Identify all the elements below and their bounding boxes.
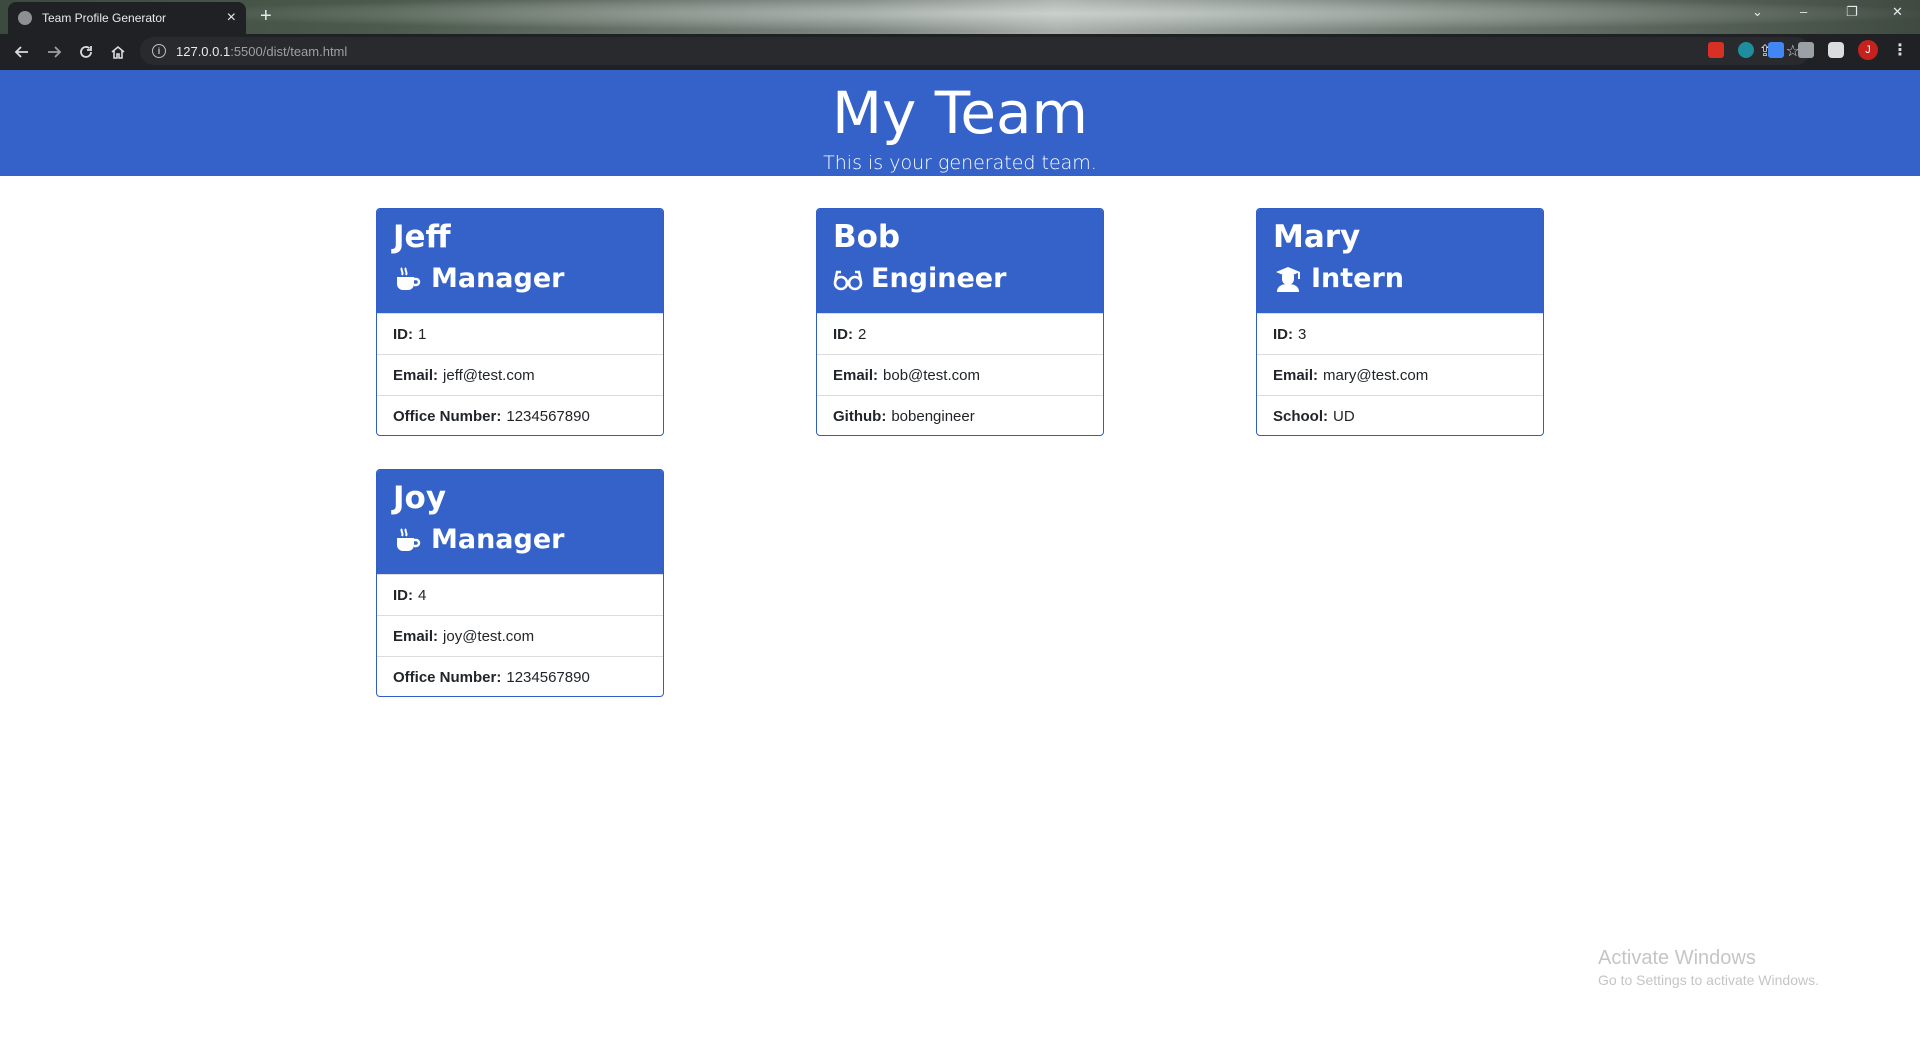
extension-red-icon[interactable] [1708, 42, 1724, 58]
url-path: :5500/dist/team.html [230, 43, 348, 59]
forward-icon[interactable] [38, 36, 70, 68]
minimize-icon[interactable]: – [1800, 4, 1807, 19]
camera-icon[interactable] [1798, 42, 1814, 58]
employee-role: Manager [393, 257, 647, 301]
browser-toolbar: i 127.0.0.1:5500/dist/team.html ⇪ ☆ J ⋮ [0, 34, 1920, 70]
coffee-icon [393, 525, 423, 555]
github-value[interactable]: bobengineer [891, 408, 974, 425]
office-value: 1234567890 [506, 668, 590, 686]
role-label: Manager [431, 524, 565, 555]
list-item-email: Email: mary@test.com [1257, 354, 1543, 395]
employee-card: Jeff Manager ID: 1 Email: jeff@test.com Of… [376, 208, 664, 436]
new-tab-icon[interactable]: + [260, 6, 272, 26]
list-item-email: Email: bob@test.com [817, 354, 1103, 395]
school-label: School: [1273, 407, 1328, 425]
home-icon[interactable] [102, 36, 134, 68]
list-item-office: Office Number: 1234567890 [377, 395, 663, 435]
menu-icon[interactable]: ⋮ [1892, 40, 1908, 60]
id-label: ID: [833, 325, 853, 343]
window-close-icon[interactable]: ✕ [1892, 4, 1903, 20]
puzzle-icon[interactable] [1828, 42, 1844, 58]
watermark-subtitle: Go to Settings to activate Windows. [1598, 972, 1819, 988]
id-label: ID: [393, 325, 413, 343]
email-value[interactable]: bob@test.com [883, 367, 980, 384]
card-header: Joy Manager [377, 470, 663, 574]
tabstrip-background [0, 0, 1920, 34]
list-item-id: ID: 3 [1257, 313, 1543, 354]
list-item-github: Github: bobengineer [817, 395, 1103, 435]
office-label: Office Number: [393, 668, 502, 686]
employee-name: Mary [1273, 219, 1361, 255]
url-text: 127.0.0.1:5500/dist/team.html [176, 44, 347, 59]
id-label: ID: [1273, 325, 1293, 343]
restore-icon[interactable]: ❐ [1846, 4, 1858, 20]
id-value: 2 [858, 325, 867, 343]
github-label: Github: [833, 407, 887, 425]
list-item-id: ID: 1 [377, 313, 663, 354]
email-label: Email: [1273, 366, 1319, 384]
email-value[interactable]: jeff@test.com [443, 367, 535, 384]
employee-card: Mary Intern ID: 3 Email: mary@test.com Sch… [1256, 208, 1544, 436]
id-value: 1 [418, 325, 427, 343]
employee-role: Intern [1273, 257, 1527, 301]
list-item-office: Office Number: 1234567890 [377, 656, 663, 696]
employee-name: Jeff [393, 219, 451, 255]
browser-tab-strip: Team Profile Generator × + ⌄ – ❐ ✕ [0, 0, 1920, 34]
glasses-icon [833, 264, 863, 294]
site-info-icon[interactable]: i [152, 44, 166, 58]
employee-role: Manager [393, 518, 647, 562]
page-title: My Team [831, 79, 1089, 147]
id-value: 3 [1298, 325, 1307, 343]
email-value[interactable]: mary@test.com [1323, 367, 1428, 384]
card-header: Mary Intern [1257, 209, 1543, 313]
page-header: My Team This is your generated team. [0, 70, 1920, 176]
coffee-icon [393, 264, 423, 294]
email-value[interactable]: joy@test.com [443, 628, 534, 645]
card-header: Jeff Manager [377, 209, 663, 313]
watermark-title: Activate Windows [1598, 947, 1756, 969]
url-host: 127.0.0.1 [176, 43, 231, 59]
graduate-icon [1273, 264, 1303, 294]
close-icon[interactable]: × [227, 10, 236, 26]
list-item-email: Email: joy@test.com [377, 615, 663, 656]
id-value: 4 [418, 586, 427, 604]
extension-teal-icon[interactable] [1738, 42, 1754, 58]
employee-card: Joy Manager ID: 4 Email: joy@test.com Offi… [376, 469, 664, 697]
activate-windows-watermark: Activate Windows Go to Settings to activ… [1598, 945, 1819, 989]
extensions-area: J ⋮ [1708, 40, 1908, 60]
list-item-school: School: UD [1257, 395, 1543, 435]
address-bar[interactable]: i 127.0.0.1:5500/dist/team.html ⇪ ☆ [140, 37, 1810, 65]
list-item-email: Email: jeff@test.com [377, 354, 663, 395]
email-label: Email: [393, 366, 439, 384]
office-value: 1234567890 [506, 407, 590, 425]
card-header: Bob Engineer [817, 209, 1103, 313]
browser-tab[interactable]: Team Profile Generator × [8, 2, 246, 34]
office-label: Office Number: [393, 407, 502, 425]
employee-role: Engineer [833, 257, 1087, 301]
role-label: Intern [1311, 263, 1405, 294]
role-label: Engineer [871, 263, 1007, 294]
page-subtitle: This is your generated team. [823, 152, 1097, 174]
employee-name: Joy [393, 480, 447, 516]
profile-avatar[interactable]: J [1858, 40, 1878, 60]
list-item-id: ID: 4 [377, 574, 663, 615]
list-item-id: ID: 2 [817, 313, 1103, 354]
employee-name: Bob [833, 219, 901, 255]
globe-icon [18, 11, 32, 25]
tab-title: Team Profile Generator [42, 11, 167, 25]
back-icon[interactable] [6, 36, 38, 68]
extension-blue-icon[interactable] [1768, 42, 1784, 58]
school-value: UD [1333, 407, 1355, 425]
reload-icon[interactable] [70, 36, 102, 68]
email-label: Email: [833, 366, 879, 384]
id-label: ID: [393, 586, 413, 604]
employee-card: Bob Engineer ID: 2 Email: bob@test.com Git… [816, 208, 1104, 436]
email-label: Email: [393, 627, 439, 645]
tab-search-icon[interactable]: ⌄ [1752, 4, 1763, 20]
role-label: Manager [431, 263, 565, 294]
